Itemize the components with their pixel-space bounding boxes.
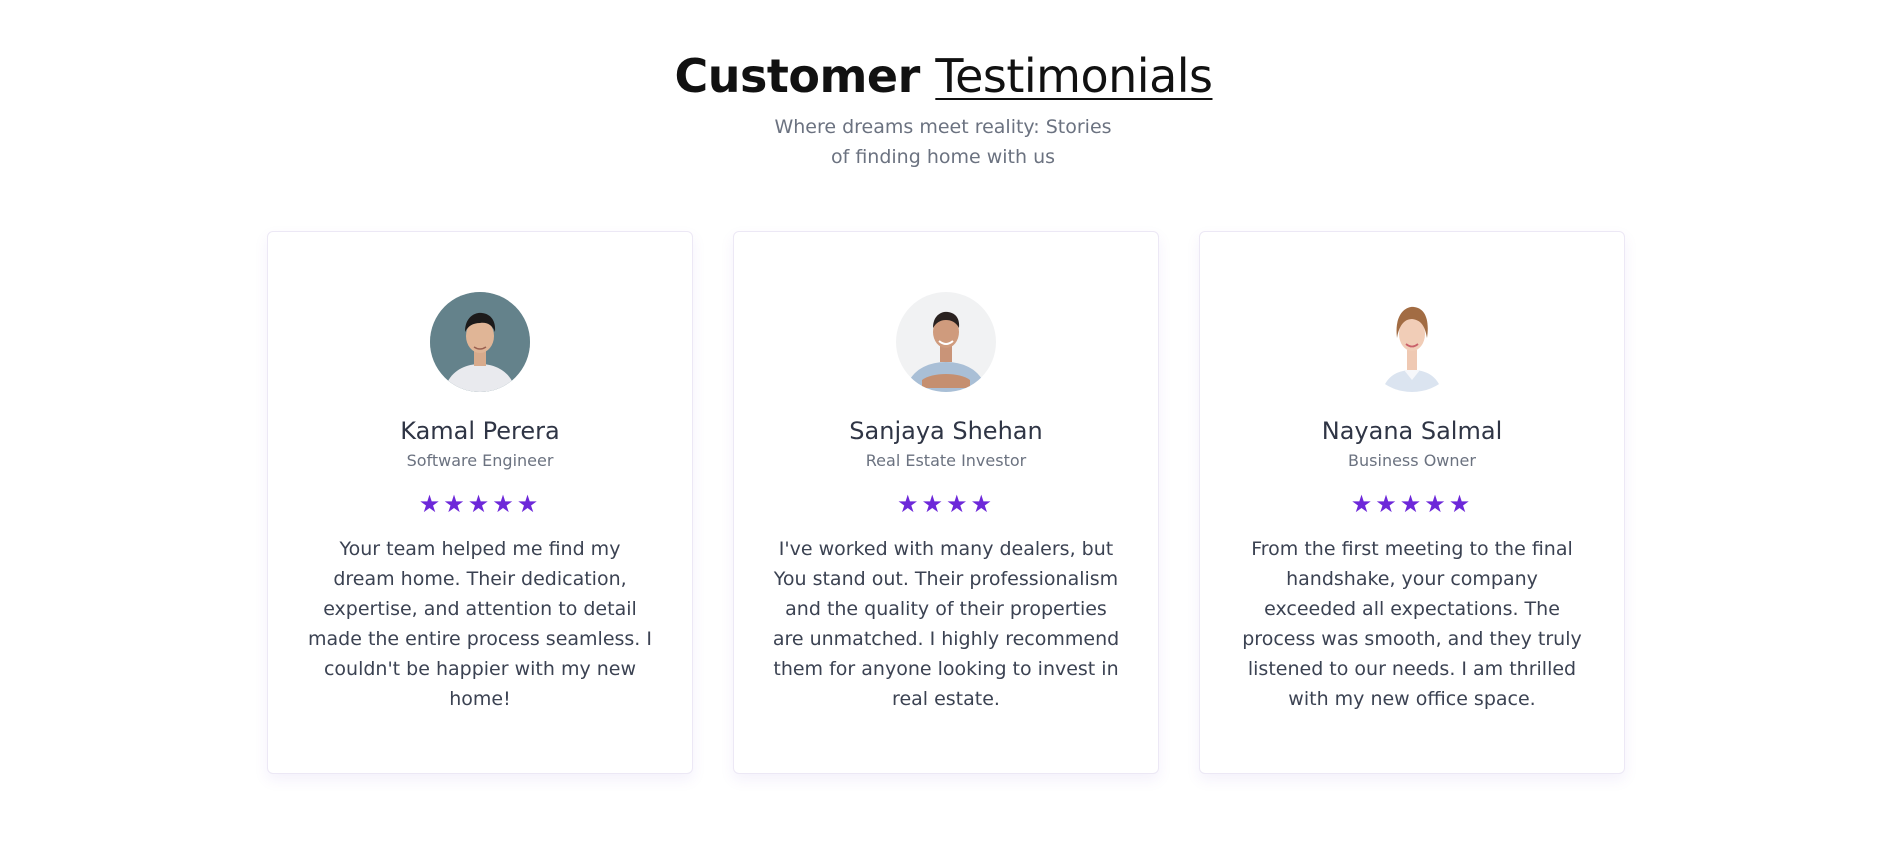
testimonial-text: I've worked with many dealers, but You s… [772,538,1120,710]
section-title: Customer Testimonials [0,48,1887,104]
avatar [430,292,530,392]
star-icon: ★ [467,490,493,518]
star-icon: ★ [1399,490,1425,518]
section-title-strong: Customer [674,49,921,103]
avatar [896,292,996,392]
customer-name: Kamal Perera [400,417,560,445]
star-icon: ★ [1424,490,1449,518]
star-icon: ★ [970,490,996,518]
customer-name: Nayana Salmal [1321,417,1503,445]
star-rating: ★★★★★ [268,490,692,518]
testimonial-card: Sanjaya Shehan Real Estate Investor ★★★★… [733,231,1159,774]
testimonial-cards: Kamal Perera Software Engineer ★★★★★ You… [267,231,1627,774]
section-subtitle: Where dreams meet reality: Stories of fi… [774,116,1112,168]
testimonial-card: Kamal Perera Software Engineer ★★★★★ You… [267,231,693,774]
star-icon: ★ [443,490,468,518]
customer-name: Sanjaya Shehan [849,417,1043,445]
star-icon: ★ [516,490,542,518]
star-icon: ★ [946,490,971,518]
customer-role: Business Owner [1348,451,1476,470]
star-icon: ★ [418,490,444,518]
avatar [1362,292,1462,392]
star-icon: ★ [1448,490,1474,518]
star-icon: ★ [896,490,922,518]
star-icon: ★ [492,490,517,518]
customer-role: Real Estate Investor [865,451,1027,470]
testimonial-card: Nayana Salmal Business Owner ★★★★★ From … [1199,231,1625,774]
customer-role: Software Engineer [406,451,554,470]
star-icon: ★ [1375,490,1400,518]
star-icon: ★ [921,490,946,518]
testimonial-text: Your team helped me find my dream home. … [308,538,652,710]
star-rating: ★★★★★ [1200,490,1624,518]
testimonial-text: From the first meeting to the final hand… [1242,538,1582,710]
testimonials-section: Customer Testimonials Where dreams meet … [0,0,1887,863]
star-rating: ★★★★ [734,490,1158,518]
section-title-underlined: Testimonials [935,49,1213,103]
star-icon: ★ [1350,490,1376,518]
